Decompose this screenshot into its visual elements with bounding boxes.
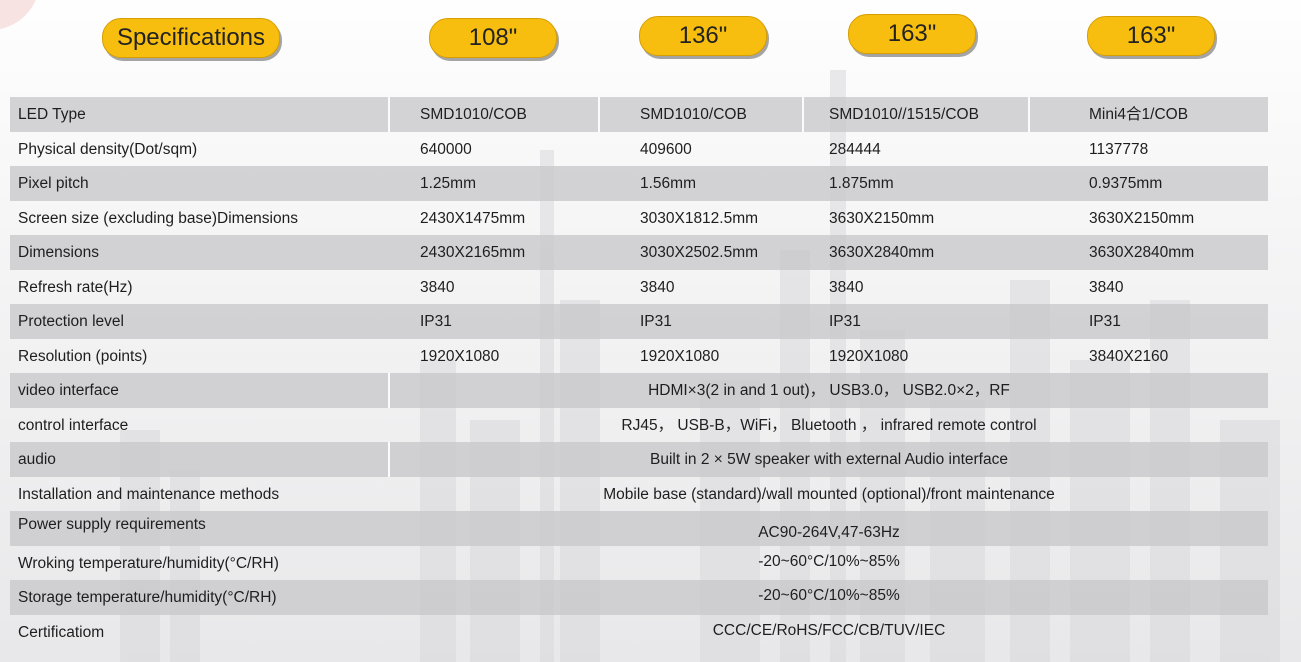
cell-value: 3840	[420, 278, 455, 296]
cell-value: Built in 2 × 5W speaker with external Au…	[650, 451, 1008, 468]
table-row: Power supply requirements AC90-264V,47-6…	[10, 511, 1268, 546]
divider	[1028, 97, 1030, 132]
row-label: control interface	[18, 416, 129, 434]
cell-value: 3030X2502.5mm	[640, 244, 759, 261]
cell-value: 1.56mm	[640, 175, 696, 192]
cell-value: -20~60°C/10%~85%	[758, 552, 900, 570]
row-label: Installation and maintenance methods	[18, 485, 280, 503]
row-label: Power supply requirements	[18, 516, 206, 533]
cell-value: SMD1010/COB	[640, 106, 747, 123]
row-label: Resolution (points)	[18, 347, 148, 365]
cell-value: 284444	[829, 140, 881, 158]
cell-value: 1920X1080	[420, 347, 500, 365]
cell-value: 3840X2160	[1089, 347, 1169, 365]
divider	[802, 97, 804, 132]
cell-value: 1920X1080	[829, 347, 909, 365]
table-row: Storage temperature/humidity(°C/RH) -20~…	[10, 580, 1268, 615]
cell-value: 0.9375mm	[1089, 175, 1163, 192]
row-label: Protection level	[18, 313, 124, 330]
cell-value: 3630X2150mm	[829, 209, 935, 227]
cell-value: 1.25mm	[420, 175, 476, 192]
table-row: Pixel pitch 1.25mm 1.56mm 1.875mm 0.9375…	[10, 166, 1268, 201]
table-row: Installation and maintenance methods Mob…	[10, 477, 1268, 512]
cell-value: SMD1010//1515/COB	[829, 106, 979, 123]
cell-value: 1137778	[1089, 140, 1149, 158]
table-row: Screen size (excluding base)Dimensions 2…	[10, 201, 1268, 236]
cell-value: Mobile base (standard)/wall mounted (opt…	[603, 485, 1055, 503]
cell-value: SMD1010/COB	[420, 106, 527, 123]
cell-value: 2430X1475mm	[420, 209, 526, 227]
cell-value: 3840	[640, 278, 675, 296]
cell-value: 640000	[420, 140, 472, 158]
cell-value: 3840	[829, 278, 864, 296]
cell-value: 3030X1812.5mm	[640, 209, 759, 227]
cell-value: 2430X2165mm	[420, 244, 526, 261]
row-label: Storage temperature/humidity(°C/RH)	[18, 589, 277, 606]
column-header-1: 136"	[639, 16, 767, 56]
specifications-badge: Specifications	[102, 18, 280, 58]
cell-value: 3630X2840mm	[829, 244, 935, 261]
row-label: audio	[18, 451, 56, 468]
cell-value: 1920X1080	[640, 347, 720, 365]
row-label: video interface	[18, 382, 119, 399]
divider	[388, 97, 390, 132]
cell-value: Mini4合1/COB	[1089, 106, 1189, 123]
row-label: Wroking temperature/humidity(°C/RH)	[18, 554, 279, 572]
cell-value: HDMI×3(2 in and 1 out)， USB3.0， USB2.0×2…	[648, 382, 1010, 399]
column-header-2: 163"	[848, 14, 976, 54]
cell-value: IP31	[640, 313, 672, 330]
row-label: Dimensions	[18, 244, 99, 261]
cell-value: 3630X2840mm	[1089, 244, 1195, 261]
table-row: Physical density(Dot/sqm) 640000 409600 …	[10, 132, 1268, 167]
spec-table: LED Type SMD1010/COB SMD1010/COB SMD1010…	[10, 97, 1268, 649]
row-label: LED Type	[18, 106, 86, 123]
table-row: Protection level IP31 IP31 IP31 IP31	[10, 304, 1268, 339]
table-row: LED Type SMD1010/COB SMD1010/COB SMD1010…	[10, 97, 1268, 132]
cell-value: IP31	[420, 313, 452, 330]
divider	[598, 97, 600, 132]
row-label: Certificatiom	[18, 623, 105, 641]
table-row: control interface RJ45， USB-B，WiFi， Blue…	[10, 408, 1268, 443]
cell-value: CCC/CE/RoHS/FCC/CB/TUV/IEC	[712, 621, 946, 639]
column-header-0: 108"	[429, 18, 557, 58]
row-label: Refresh rate(Hz)	[18, 278, 133, 296]
row-label: Screen size (excluding base)Dimensions	[18, 209, 298, 227]
row-label: Pixel pitch	[18, 175, 89, 192]
row-label: Physical density(Dot/sqm)	[18, 140, 198, 158]
column-header-3: 163"	[1087, 16, 1215, 56]
cell-value: IP31	[1089, 313, 1121, 330]
table-row: Wroking temperature/humidity(°C/RH) -20~…	[10, 546, 1268, 581]
cell-value: AC90-264V,47-63Hz	[758, 524, 900, 541]
cell-value: RJ45， USB-B，WiFi， Bluetooth ， infrared r…	[621, 416, 1037, 434]
table-row: Refresh rate(Hz) 3840 3840 3840 3840	[10, 270, 1268, 305]
table-row: video interface HDMI×3(2 in and 1 out)， …	[10, 373, 1268, 408]
cell-value: 1.875mm	[829, 175, 894, 192]
table-row: Certificatiom CCC/CE/RoHS/FCC/CB/TUV/IEC	[10, 615, 1268, 650]
cell-value: 3630X2150mm	[1089, 209, 1195, 227]
cell-value: IP31	[829, 313, 861, 330]
cell-value: 409600	[640, 140, 692, 158]
table-row: Resolution (points) 1920X1080 1920X1080 …	[10, 339, 1268, 374]
cell-value: -20~60°C/10%~85%	[758, 587, 900, 604]
table-row: audio Built in 2 × 5W speaker with exter…	[10, 442, 1268, 477]
cell-value: 3840	[1089, 278, 1124, 296]
table-row: Dimensions 2430X2165mm 3030X2502.5mm 363…	[10, 235, 1268, 270]
